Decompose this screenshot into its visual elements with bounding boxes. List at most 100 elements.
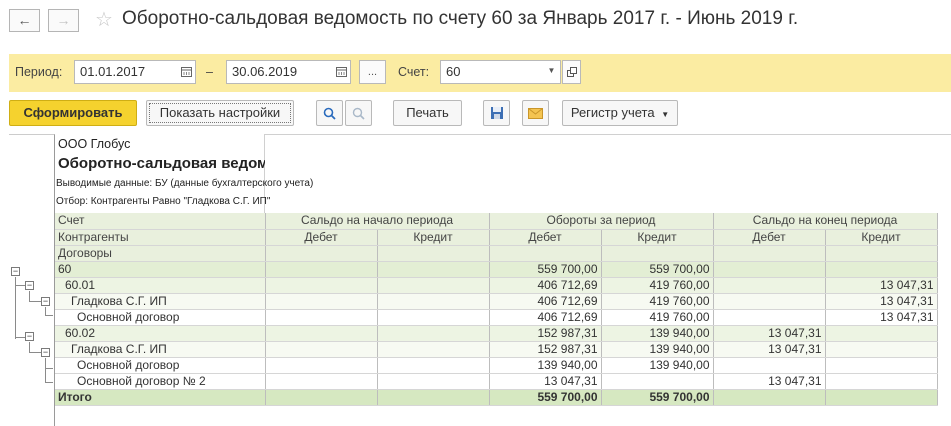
col-account: Счет: [55, 213, 266, 230]
report-org: ООО Глобус: [58, 137, 131, 151]
dropdown-arrow-icon[interactable]: ▼: [542, 60, 561, 84]
cell-opening-credit: [377, 373, 490, 390]
dropdown-arrow-icon: ▼: [661, 110, 670, 119]
collapse-icon[interactable]: −: [25, 332, 34, 341]
table-row[interactable]: Гладкова С.Г. ИП 406 712,69 419 760,00 1…: [55, 293, 938, 310]
cell-opening-credit: [377, 309, 490, 326]
collapse-icon[interactable]: −: [41, 348, 50, 357]
search-icon: [323, 107, 336, 120]
cell-turnover-debit: 139 940,00: [489, 357, 602, 374]
tree-line: [15, 337, 25, 338]
table-row[interactable]: Гладкова С.Г. ИП 152 987,31 139 940,00 1…: [55, 341, 938, 358]
collapse-icon[interactable]: −: [41, 297, 50, 306]
save-icon: [490, 107, 503, 119]
search-button[interactable]: [316, 100, 343, 126]
period-label: Период:: [15, 65, 63, 79]
cell-opening-credit: [377, 341, 490, 358]
row-name: Гладкова С.Г. ИП: [55, 293, 266, 310]
header-row: Договоры: [55, 245, 938, 262]
envelope-icon: [528, 108, 543, 119]
row-name: Основной договор: [55, 357, 266, 374]
print-button[interactable]: Печать: [393, 100, 462, 126]
forward-button[interactable]: →: [48, 9, 79, 32]
calendar-icon[interactable]: [331, 60, 351, 84]
tree-line: [29, 342, 30, 352]
search-clear-icon: [352, 107, 365, 120]
cell-closing-debit: 13 047,31: [713, 341, 826, 358]
cell-closing-debit: [713, 277, 826, 294]
table-row[interactable]: Основной договор № 2 13 047,31 13 047,31: [55, 373, 938, 390]
cell-closing-debit: [713, 389, 826, 406]
cell-closing-debit: 13 047,31: [713, 373, 826, 390]
cell-closing-debit: [713, 261, 826, 278]
collapse-icon[interactable]: −: [11, 267, 20, 276]
row-name: Гладкова С.Г. ИП: [55, 341, 266, 358]
cell-closing-credit: [825, 389, 938, 406]
cell-closing-credit: [825, 357, 938, 374]
header-row: Контрагенты Дебет Кредит Дебет Кредит Де…: [55, 229, 938, 246]
cell-closing-credit: [825, 325, 938, 342]
cell-closing-debit: 13 047,31: [713, 325, 826, 342]
open-icon[interactable]: [562, 60, 581, 84]
cell-opening-credit: [377, 277, 490, 294]
account-value: 60: [446, 64, 461, 79]
email-button[interactable]: [522, 100, 549, 126]
col-credit: Кредит: [601, 229, 714, 246]
row-name: 60: [55, 261, 266, 278]
filter-panel: Период: 01.01.2017 – 30.06.2019 ... Счет…: [9, 54, 951, 92]
back-button[interactable]: ←: [9, 9, 40, 32]
cell-turnover-debit: 406 712,69: [489, 277, 602, 294]
col-opening: Сальдо на начало периода: [265, 213, 490, 230]
page-title: Оборотно-сальдовая ведомость по счету 60…: [122, 8, 799, 29]
tree-gutter: − − − − −: [9, 264, 55, 411]
col-credit: Кредит: [377, 229, 490, 246]
register-label: Регистр учета: [570, 105, 655, 120]
cell-turnover-credit: [601, 373, 714, 390]
table-row[interactable]: Основной договор 139 940,00 139 940,00: [55, 357, 938, 374]
tree-line: [15, 285, 25, 286]
report-table: Счет Сальдо на начало периода Обороты за…: [55, 213, 938, 406]
calendar-icon[interactable]: [176, 60, 196, 84]
row-name: 60.02: [55, 325, 266, 342]
cell-opening-debit: [265, 293, 378, 310]
table-row[interactable]: 60.02 152 987,31 139 940,00 13 047,31: [55, 325, 938, 342]
col-contractors: Контрагенты: [55, 229, 266, 246]
cell-closing-credit: 13 047,31: [825, 277, 938, 294]
cell-opening-debit: [265, 277, 378, 294]
table-row[interactable]: Основной договор 406 712,69 419 760,00 1…: [55, 309, 938, 326]
cell-opening-debit: [265, 261, 378, 278]
period-select-button[interactable]: ...: [359, 60, 386, 84]
dash-separator: –: [206, 65, 213, 79]
cell-opening-debit: [265, 389, 378, 406]
row-name: Основной договор № 2: [55, 373, 266, 390]
tree-line: [45, 315, 53, 316]
cell-turnover-credit: 559 700,00: [601, 389, 714, 406]
search-cancel-button[interactable]: [345, 100, 372, 126]
star-icon[interactable]: ☆: [95, 7, 113, 32]
total-row[interactable]: Итого 559 700,00 559 700,00: [55, 389, 938, 406]
cell-turnover-credit: 139 940,00: [601, 325, 714, 342]
cell-turnover-credit: 419 760,00: [601, 277, 714, 294]
cell-turnover-credit: 419 760,00: [601, 293, 714, 310]
cell-turnover-credit: 419 760,00: [601, 309, 714, 326]
cell-turnover-credit: 139 940,00: [601, 341, 714, 358]
tree-line: [29, 291, 30, 301]
cell-closing-credit: [825, 341, 938, 358]
show-settings-button[interactable]: Показать настройки: [146, 100, 294, 126]
header-row: Счет Сальдо на начало периода Обороты за…: [55, 213, 938, 230]
register-dropdown[interactable]: Регистр учета ▼: [562, 100, 678, 126]
save-button[interactable]: [483, 100, 510, 126]
cell-opening-credit: [377, 357, 490, 374]
tree-line: [15, 277, 16, 339]
cell-closing-debit: [713, 357, 826, 374]
table-row[interactable]: 60.01 406 712,69 419 760,00 13 047,31: [55, 277, 938, 294]
cell-turnover-debit: 406 712,69: [489, 309, 602, 326]
tree-line: [45, 358, 46, 382]
cell-closing-credit: [825, 261, 938, 278]
report-output-data: Выводимые данные: БУ (данные бухгалтерск…: [56, 178, 314, 189]
cell-closing-credit: [825, 373, 938, 390]
generate-button[interactable]: Сформировать: [9, 100, 137, 126]
collapse-icon[interactable]: −: [25, 281, 34, 290]
cell-opening-credit: [377, 293, 490, 310]
table-row[interactable]: 60 559 700,00 559 700,00: [55, 261, 938, 278]
